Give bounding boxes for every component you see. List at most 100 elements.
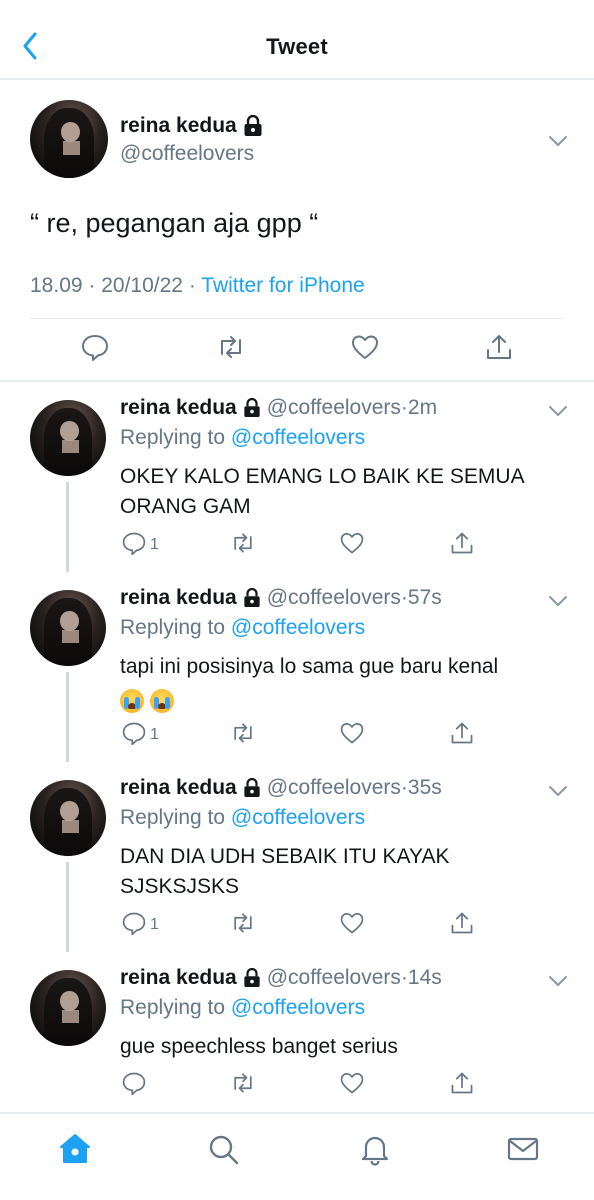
like-icon[interactable] <box>339 1070 365 1096</box>
avatar[interactable] <box>30 970 106 1046</box>
tweet-time: 18.09 <box>30 274 83 297</box>
chevron-down-icon[interactable] <box>548 974 568 988</box>
reply-icon[interactable] <box>121 910 147 936</box>
retweet-icon[interactable] <box>230 530 256 556</box>
author-handle[interactable]: @coffeelovers <box>267 586 401 610</box>
loudly-crying-face-icon <box>120 689 144 714</box>
mention-link[interactable]: @coffeelovers <box>231 426 365 449</box>
top-nav-bar: Tweet <box>0 0 594 80</box>
tweet-actions: 1 <box>0 910 594 940</box>
search-icon[interactable] <box>206 1132 240 1166</box>
author-handle[interactable]: @coffeelovers <box>267 966 401 990</box>
share-icon[interactable] <box>484 332 514 362</box>
bottom-tab-bar <box>0 1112 594 1200</box>
tweet-text: DAN DIA UDH SEBAIK ITU KAYAK SJSKSJSKS <box>120 845 450 898</box>
meta-separator: · <box>400 966 408 989</box>
reply-tweet[interactable]: reina kedua @coffeelovers · 57s Replying… <box>0 572 594 762</box>
main-tweet: reina kedua @coffeelovers “ re, pegangan… <box>0 82 594 380</box>
lock-icon <box>244 115 262 136</box>
retweet-icon[interactable] <box>230 720 256 746</box>
like-icon[interactable] <box>339 910 365 936</box>
share-icon[interactable] <box>449 910 475 936</box>
meta-separator: · <box>400 586 408 609</box>
reply-icon[interactable] <box>121 1070 147 1096</box>
page-title: Tweet <box>266 34 328 59</box>
mention-link[interactable]: @coffeelovers <box>231 616 365 639</box>
replying-label: Replying to <box>120 616 226 639</box>
chevron-down-icon[interactable] <box>548 594 568 608</box>
author-name[interactable]: reina kedua <box>120 396 237 420</box>
chevron-down-icon[interactable] <box>548 404 568 418</box>
author-name[interactable]: reina kedua <box>120 776 237 800</box>
author-name[interactable]: reina kedua <box>120 114 263 138</box>
lock-icon <box>244 588 260 607</box>
author-handle[interactable]: @coffeelovers <box>267 396 401 420</box>
reply-header: reina kedua @coffeelovers · 2m <box>120 396 437 420</box>
meta-separator: · <box>400 396 408 419</box>
messages-icon[interactable] <box>506 1132 540 1166</box>
avatar[interactable] <box>30 780 106 856</box>
tweet-time: 57s <box>407 586 442 609</box>
tweet-text: OKEY KALO EMANG LO BAIK KE SEMUA ORANG G… <box>120 465 524 518</box>
like-icon[interactable] <box>339 720 365 746</box>
mention-link[interactable]: @coffeelovers <box>231 996 365 1019</box>
share-icon[interactable] <box>449 720 475 746</box>
share-icon[interactable] <box>449 530 475 556</box>
reply-tweet[interactable]: reina kedua @coffeelovers · 14s Replying… <box>0 952 594 1110</box>
reply-tweet[interactable]: reina kedua @coffeelovers · 2m Replying … <box>0 382 594 572</box>
avatar[interactable] <box>30 400 106 476</box>
tweet-time: 35s <box>407 776 442 799</box>
lock-icon <box>244 398 260 417</box>
reply-header: reina kedua @coffeelovers · 14s <box>120 966 442 990</box>
reply-count: 1 <box>150 536 159 553</box>
tweet-time: 14s <box>407 966 442 989</box>
author-handle[interactable]: @coffeelovers <box>120 142 254 166</box>
emoji-row <box>120 686 570 716</box>
replying-label: Replying to <box>120 426 226 449</box>
avatar[interactable] <box>30 590 106 666</box>
reply-count: 1 <box>150 726 159 743</box>
tweet-text: gue speechless banget serius <box>120 1035 398 1058</box>
replying-to: Replying to @coffeelovers <box>120 806 365 830</box>
tweet-meta: 18.09 · 20/10/22 · Twitter for iPhone <box>30 274 365 298</box>
tweet-actions <box>0 330 594 366</box>
author-name[interactable]: reina kedua <box>120 966 237 990</box>
loudly-crying-face-icon <box>150 689 174 714</box>
like-icon[interactable] <box>350 332 380 362</box>
tweet-actions: 1 <box>0 720 594 750</box>
like-icon[interactable] <box>339 530 365 556</box>
meta-separator: · <box>188 274 202 297</box>
tweet-text: tapi ini posisinya lo sama gue baru kena… <box>120 655 499 678</box>
reply-icon[interactable] <box>80 332 110 362</box>
author-handle[interactable]: @coffeelovers <box>267 776 401 800</box>
reply-tweet[interactable]: reina kedua @coffeelovers · 35s Replying… <box>0 762 594 952</box>
avatar[interactable] <box>30 100 108 178</box>
tweet-date: 20/10/22 <box>101 274 183 297</box>
author-name[interactable]: reina kedua <box>120 586 237 610</box>
tweet-text: “ re, pegangan aja gpp “ <box>30 208 319 238</box>
reply-count: 1 <box>150 916 159 933</box>
meta-separator: · <box>88 274 102 297</box>
replying-label: Replying to <box>120 996 226 1019</box>
chevron-down-icon[interactable] <box>548 134 568 148</box>
home-icon[interactable] <box>58 1132 92 1166</box>
replying-to: Replying to @coffeelovers <box>120 426 365 450</box>
reply-header: reina kedua @coffeelovers · 57s <box>120 586 442 610</box>
tweet-text-container: tapi ini posisinya lo sama gue baru kena… <box>120 652 570 716</box>
tweet-source-link[interactable]: Twitter for iPhone <box>201 274 364 297</box>
share-icon[interactable] <box>449 1070 475 1096</box>
mention-link[interactable]: @coffeelovers <box>231 806 365 829</box>
meta-separator: · <box>400 776 408 799</box>
notifications-icon[interactable] <box>358 1132 392 1166</box>
reply-header: reina kedua @coffeelovers · 35s <box>120 776 442 800</box>
replying-label: Replying to <box>120 806 226 829</box>
retweet-icon[interactable] <box>230 910 256 936</box>
replying-to: Replying to @coffeelovers <box>120 996 365 1020</box>
reply-icon[interactable] <box>121 720 147 746</box>
chevron-down-icon[interactable] <box>548 784 568 798</box>
retweet-icon[interactable] <box>230 1070 256 1096</box>
tweet-time: 2m <box>407 396 438 419</box>
retweet-icon[interactable] <box>216 332 246 362</box>
reply-icon[interactable] <box>121 530 147 556</box>
replying-to: Replying to @coffeelovers <box>120 616 365 640</box>
